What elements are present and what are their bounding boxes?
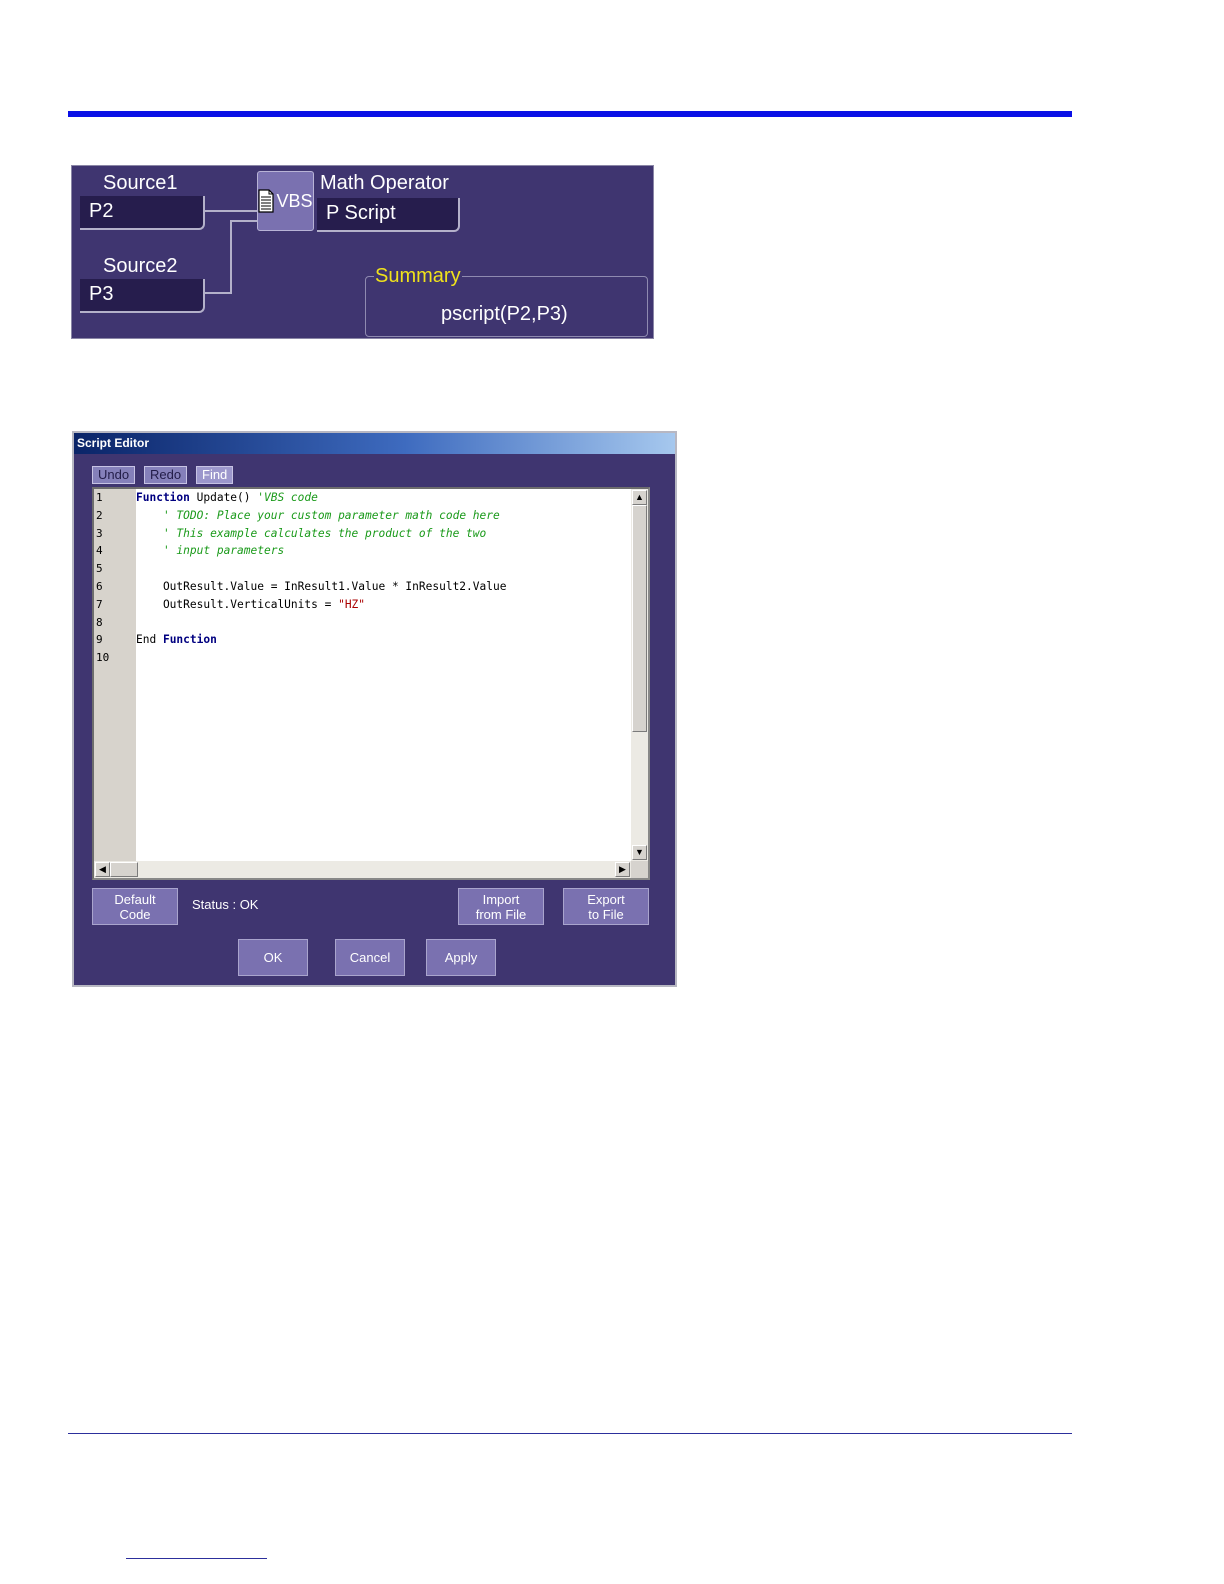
code-token: Update() bbox=[189, 491, 258, 504]
code-area[interactable]: Function Update() 'VBS code ' TODO: Plac… bbox=[136, 489, 629, 861]
vbs-operator-button[interactable]: VBS bbox=[257, 171, 314, 231]
status-text: Status : OK bbox=[192, 897, 259, 912]
code-editor[interactable]: 1 2 3 4 5 6 7 8 9 10 Function Update() 'VBS code … bbox=[92, 487, 650, 880]
source2-field[interactable]: P3 bbox=[80, 279, 205, 313]
code-line: OutResult.VerticalUnits = "HZ" bbox=[136, 596, 629, 614]
dialog-title: Script Editor bbox=[74, 433, 675, 454]
connector-line bbox=[205, 210, 257, 212]
scroll-right-icon[interactable]: ▶ bbox=[615, 862, 630, 877]
code-line: ' input parameters bbox=[136, 542, 629, 560]
source1-field[interactable]: P2 bbox=[80, 196, 205, 230]
line-number: 8 bbox=[96, 615, 103, 629]
code-line: Function Update() 'VBS code bbox=[136, 489, 629, 507]
code-token: ' input parameters bbox=[162, 544, 285, 558]
horizontal-scroll-thumb[interactable] bbox=[110, 862, 138, 877]
code-token: ' This example calculates the product of… bbox=[162, 526, 487, 540]
redo-button[interactable]: Redo bbox=[144, 466, 188, 484]
code-token: 'VBS code bbox=[257, 491, 318, 504]
find-button[interactable]: Find bbox=[196, 466, 234, 484]
default-code-button[interactable]: Default Code bbox=[92, 888, 178, 925]
code-token: Function bbox=[136, 491, 190, 504]
line-number: 10 bbox=[96, 651, 110, 665]
undo-button[interactable]: Undo bbox=[92, 466, 136, 484]
line-number: 9 bbox=[96, 633, 103, 647]
scroll-down-icon[interactable]: ▼ bbox=[632, 845, 647, 860]
document-icon bbox=[258, 189, 275, 213]
code-line: ' This example calculates the product of… bbox=[136, 525, 629, 543]
vertical-scroll-thumb[interactable] bbox=[632, 505, 647, 732]
vbs-label: VBS bbox=[276, 190, 313, 211]
code-token: End bbox=[136, 633, 163, 647]
source1-label: Source1 bbox=[103, 172, 178, 194]
apply-button[interactable]: Apply bbox=[426, 939, 496, 976]
summary-label: Summary bbox=[374, 265, 462, 288]
connector-line bbox=[205, 292, 231, 294]
line-number: 5 bbox=[96, 562, 103, 576]
connector-line bbox=[230, 220, 232, 294]
code-token: ' TODO: Place your custom parameter math… bbox=[162, 508, 500, 522]
code-line: End Function bbox=[136, 631, 629, 649]
code-line: OutResult.Value = InResult1.Value * InRe… bbox=[136, 578, 629, 596]
code-token: OutResult.Value = InResult1.Value * InRe… bbox=[136, 579, 507, 593]
summary-value: pscript(P2,P3) bbox=[441, 303, 568, 325]
line-number: 3 bbox=[96, 526, 103, 540]
code-token: Function bbox=[162, 633, 217, 647]
line-number: 2 bbox=[96, 508, 103, 522]
cancel-button[interactable]: Cancel bbox=[335, 939, 405, 976]
vertical-scrollbar[interactable]: ▲ ▼ bbox=[631, 489, 648, 861]
code-token: "HZ" bbox=[338, 597, 366, 611]
line-number: 7 bbox=[96, 597, 103, 611]
connector-line bbox=[230, 220, 257, 222]
header-rule bbox=[68, 111, 1072, 117]
math-setup-panel: Source1 P2 Source2 P3 VBS Math Operator … bbox=[71, 165, 654, 339]
line-number: 1 bbox=[96, 491, 103, 504]
import-from-file-button[interactable]: Import from File bbox=[458, 888, 544, 925]
script-editor-dialog: Script Editor Undo Redo Find 1 2 3 4 5 6 7 8 9 10… bbox=[72, 431, 677, 987]
ok-button[interactable]: OK bbox=[238, 939, 308, 976]
horizontal-scrollbar[interactable]: ◀ ▶ bbox=[94, 861, 631, 878]
line-number: 4 bbox=[96, 544, 103, 558]
operator-field[interactable]: P Script bbox=[317, 198, 460, 232]
footer-link-underline bbox=[126, 1558, 267, 1559]
operator-label: Math Operator bbox=[320, 172, 449, 194]
scrollbar-corner bbox=[631, 861, 648, 878]
scroll-left-icon[interactable]: ◀ bbox=[95, 862, 110, 877]
summary-box: Summary pscript(P2,P3) bbox=[365, 265, 648, 337]
line-number: 6 bbox=[96, 579, 103, 593]
code-line: ' TODO: Place your custom parameter math… bbox=[136, 507, 629, 525]
source2-label: Source2 bbox=[103, 255, 178, 277]
scroll-up-icon[interactable]: ▲ bbox=[632, 490, 647, 505]
export-to-file-button[interactable]: Export to File bbox=[563, 888, 649, 925]
code-token: OutResult.VerticalUnits = bbox=[136, 597, 339, 611]
line-number-gutter: 1 2 3 4 5 6 7 8 9 10 bbox=[94, 489, 136, 861]
footer-rule bbox=[68, 1433, 1072, 1434]
